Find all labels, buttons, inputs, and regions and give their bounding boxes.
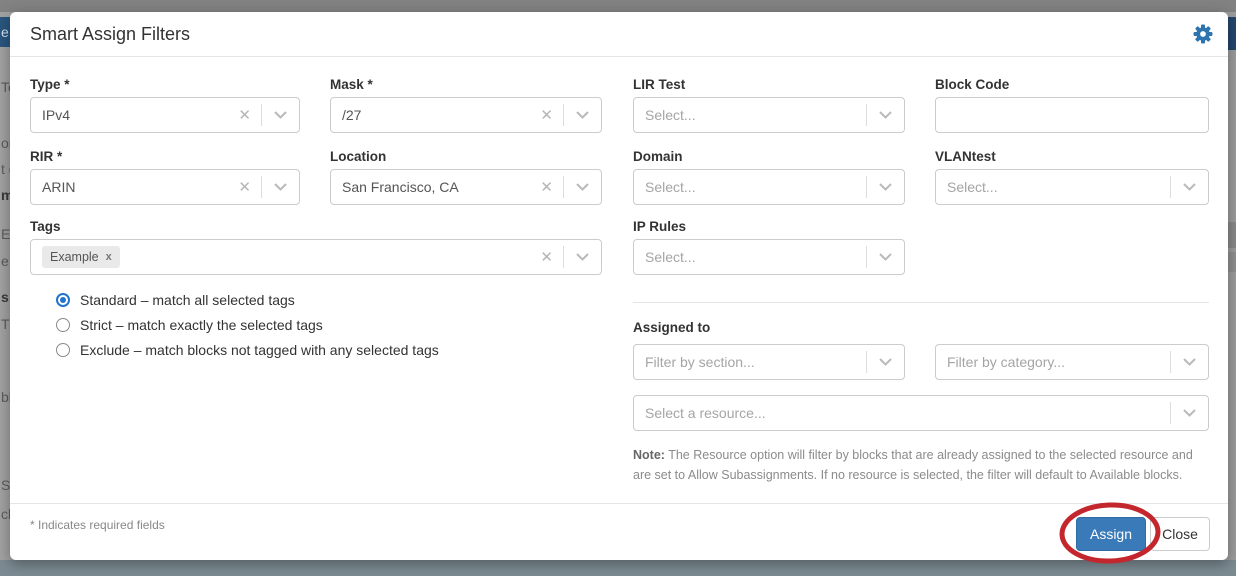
dialog-title: Smart Assign Filters — [30, 24, 190, 45]
type-field: Type * IPv4 ✕ — [30, 77, 300, 133]
backdrop-top — [0, 0, 1236, 12]
clear-icon[interactable]: ✕ — [530, 250, 563, 265]
chevron-down-icon[interactable] — [867, 111, 904, 119]
chevron-down-icon[interactable] — [1171, 183, 1208, 191]
resource-placeholder: Select a resource... — [645, 405, 1170, 421]
backdrop-row-band — [1228, 252, 1236, 272]
vlantest-select[interactable]: Select... — [935, 169, 1209, 205]
radio-standard-label: Standard – match all selected tags — [80, 292, 295, 308]
radio-strict-label: Strict – match exactly the selected tags — [80, 317, 323, 333]
radio-strict[interactable]: Strict – match exactly the selected tags — [56, 317, 323, 333]
resource-note-label: Note: — [633, 448, 665, 462]
filter-section-select[interactable]: Filter by section... — [633, 344, 905, 380]
vlantest-field: VLANtest Select... — [935, 149, 1209, 205]
mask-label: Mask * — [330, 77, 602, 92]
resource-field: Select a resource... — [633, 395, 1209, 431]
mask-select[interactable]: /27 ✕ — [330, 97, 602, 133]
ip-rules-label: IP Rules — [633, 219, 905, 234]
location-select[interactable]: San Francisco, CA ✕ — [330, 169, 602, 205]
domain-select[interactable]: Select... — [633, 169, 905, 205]
clear-icon[interactable]: ✕ — [228, 180, 261, 195]
vlantest-label: VLANtest — [935, 149, 1209, 164]
location-value: San Francisco, CA — [342, 179, 530, 195]
footer-divider — [10, 503, 1228, 504]
filter-section-placeholder: Filter by section... — [645, 354, 866, 370]
filter-section-field: Filter by section... — [633, 344, 905, 380]
required-fields-note: * Indicates required fields — [30, 518, 165, 532]
ip-rules-placeholder: Select... — [645, 249, 866, 265]
chevron-down-icon[interactable] — [564, 253, 601, 261]
chevron-down-icon[interactable] — [1171, 358, 1208, 366]
background-blue-tab — [1228, 17, 1236, 50]
page: e Te or t c m Ex e t s Th bla SS ck Smar… — [0, 0, 1236, 576]
smart-assign-filters-dialog: Smart Assign Filters Type * IPv4 — [10, 12, 1228, 560]
background-text-fragment: e — [1, 24, 9, 40]
tag-chip[interactable]: Example x — [42, 246, 120, 268]
type-label: Type * — [30, 77, 300, 92]
chevron-down-icon[interactable] — [564, 111, 601, 119]
domain-placeholder: Select... — [645, 179, 866, 195]
clear-icon[interactable]: ✕ — [530, 180, 563, 195]
chevron-down-icon[interactable] — [262, 183, 299, 191]
radio-exclude-label: Exclude – match blocks not tagged with a… — [80, 342, 439, 358]
vlantest-placeholder: Select... — [947, 179, 1170, 195]
radio-standard[interactable]: Standard – match all selected tags — [56, 292, 295, 308]
mask-field: Mask * /27 ✕ — [330, 77, 602, 133]
chevron-down-icon[interactable] — [564, 183, 601, 191]
resource-select[interactable]: Select a resource... — [633, 395, 1209, 431]
ip-rules-select[interactable]: Select... — [633, 239, 905, 275]
gear-icon[interactable] — [1193, 24, 1215, 46]
radio-exclude[interactable]: Exclude – match blocks not tagged with a… — [56, 342, 439, 358]
lir-test-select[interactable]: Select... — [633, 97, 905, 133]
assigned-to-label: Assigned to — [633, 320, 710, 335]
chevron-down-icon[interactable] — [1171, 409, 1208, 417]
filter-category-field: Filter by category... — [935, 344, 1209, 380]
tags-select[interactable]: Example x ✕ — [30, 239, 602, 275]
chevron-down-icon[interactable] — [867, 358, 904, 366]
domain-label: Domain — [633, 149, 905, 164]
rir-field: RIR * ARIN ✕ — [30, 149, 300, 205]
resource-note-text: The Resource option will filter by block… — [633, 448, 1193, 482]
chevron-down-icon[interactable] — [262, 111, 299, 119]
block-code-field: Block Code — [935, 77, 1209, 133]
tag-chip-label: Example — [50, 250, 99, 264]
lir-test-placeholder: Select... — [645, 107, 866, 123]
backdrop-row-band — [1228, 222, 1236, 248]
clear-icon[interactable]: ✕ — [530, 108, 563, 123]
clear-icon[interactable]: ✕ — [228, 108, 261, 123]
rir-label: RIR * — [30, 149, 300, 164]
rir-value: ARIN — [42, 179, 228, 195]
assign-button[interactable]: Assign — [1076, 517, 1146, 551]
block-code-label: Block Code — [935, 77, 1209, 92]
chevron-down-icon[interactable] — [867, 183, 904, 191]
filter-category-select[interactable]: Filter by category... — [935, 344, 1209, 380]
tags-field: Tags Example x ✕ — [30, 219, 602, 275]
type-value: IPv4 — [42, 107, 228, 123]
domain-field: Domain Select... — [633, 149, 905, 205]
radio-unselected-icon[interactable] — [56, 343, 70, 357]
backdrop-bottom — [0, 560, 1236, 576]
block-code-input[interactable] — [935, 97, 1209, 133]
tags-label: Tags — [30, 219, 602, 234]
lir-test-label: LIR Test — [633, 77, 905, 92]
chevron-down-icon[interactable] — [867, 253, 904, 261]
radio-unselected-icon[interactable] — [56, 318, 70, 332]
lir-test-field: LIR Test Select... — [633, 77, 905, 133]
backdrop-right — [1228, 12, 1236, 560]
close-button[interactable]: Close — [1150, 517, 1210, 551]
resource-note: Note: The Resource option will filter by… — [633, 445, 1213, 485]
remove-tag-icon[interactable]: x — [106, 251, 112, 263]
type-select[interactable]: IPv4 ✕ — [30, 97, 300, 133]
background-text-fragment: s — [1, 289, 9, 305]
location-label: Location — [330, 149, 602, 164]
location-field: Location San Francisco, CA ✕ — [330, 149, 602, 205]
radio-selected-icon[interactable] — [56, 293, 70, 307]
filter-category-placeholder: Filter by category... — [947, 354, 1170, 370]
ip-rules-field: IP Rules Select... — [633, 219, 905, 275]
section-divider — [633, 302, 1209, 303]
mask-value: /27 — [342, 107, 530, 123]
dialog-header: Smart Assign Filters — [10, 12, 1228, 57]
rir-select[interactable]: ARIN ✕ — [30, 169, 300, 205]
